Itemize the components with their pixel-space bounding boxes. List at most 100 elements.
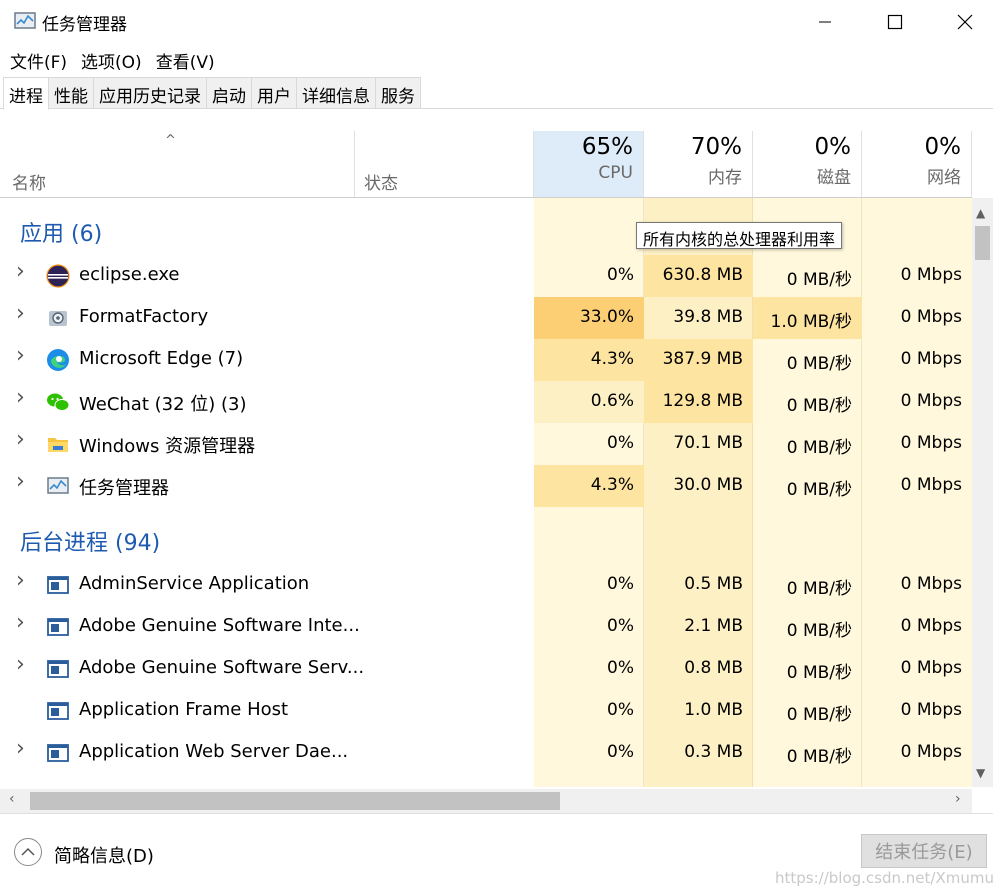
horizontal-scroll-thumb[interactable] — [30, 792, 560, 810]
cpu-value: 0% — [607, 433, 634, 453]
eclipse-icon — [46, 264, 70, 288]
column-name[interactable]: ^ 名称 — [0, 131, 355, 197]
process-row[interactable]: Application Frame Host 0% 1.0 MB 0 MB/秒 0 Mb… — [0, 690, 972, 732]
chevron-right-icon[interactable]: › — [16, 469, 25, 494]
scroll-up-icon[interactable]: ▲ — [976, 206, 985, 220]
process-row[interactable]: › Microsoft Edge (7) 4.3% 387.9 MB 0 MB/秒 0 M… — [0, 339, 972, 381]
scroll-down-icon[interactable]: ▼ — [976, 766, 985, 780]
scroll-left-icon[interactable]: ‹ — [9, 791, 15, 807]
cpu-value: 4.3% — [534, 465, 644, 507]
tab-app-history[interactable]: 应用历史记录 — [94, 77, 207, 109]
column-network[interactable]: 0% 网络 — [862, 131, 972, 197]
scroll-right-icon[interactable]: › — [955, 791, 961, 807]
chevron-right-icon[interactable]: › — [16, 427, 25, 452]
chevron-right-icon[interactable]: › — [16, 385, 25, 410]
cpu-value: 0% — [607, 265, 634, 285]
cpu-value: 4.3% — [534, 339, 644, 381]
column-memory-label: 内存 — [708, 168, 742, 188]
menu-file[interactable]: 文件(F) — [0, 44, 73, 74]
tab-startup[interactable]: 启动 — [207, 77, 252, 109]
column-cpu-label: CPU — [598, 163, 633, 183]
group-background-heading[interactable]: 后台进程 (94) — [20, 525, 160, 557]
memory-value: 2.1 MB — [684, 616, 743, 636]
chevron-right-icon[interactable]: › — [16, 259, 25, 284]
fewer-details-button[interactable]: 简略信息(D) — [54, 842, 154, 868]
file-explorer-icon — [46, 432, 70, 456]
column-name-label: 名称 — [12, 174, 46, 194]
fewer-details-toggle[interactable] — [14, 838, 42, 866]
chevron-right-icon[interactable]: › — [16, 568, 25, 593]
network-total: 0% — [924, 134, 962, 160]
memory-value: 70.1 MB — [673, 433, 743, 453]
horizontal-scrollbar[interactable]: ‹ › — [0, 789, 972, 813]
memory-value: 0.8 MB — [684, 658, 743, 678]
memory-value: 387.9 MB — [644, 339, 753, 381]
chevron-right-icon[interactable]: › — [16, 343, 25, 368]
task-manager-icon — [46, 474, 70, 498]
app-window-icon — [46, 573, 70, 597]
column-disk-label: 磁盘 — [817, 168, 851, 188]
memory-value: 0.5 MB — [684, 574, 743, 594]
maximize-button[interactable] — [860, 0, 930, 44]
tab-services[interactable]: 服务 — [376, 77, 421, 109]
cpu-value: 0% — [607, 658, 634, 678]
vertical-scroll-thumb[interactable] — [975, 226, 990, 260]
format-factory-icon — [46, 306, 70, 330]
maximize-icon — [887, 14, 903, 30]
memory-value: 630.8 MB — [644, 255, 753, 297]
network-value: 0 Mbps — [900, 574, 962, 594]
menu-view[interactable]: 查看(V) — [148, 44, 221, 74]
cpu-value: 0% — [607, 742, 634, 762]
task-manager-icon — [14, 12, 36, 29]
process-row[interactable]: › 任务管理器 4.3% 30.0 MB 0 MB/秒 0 Mbps — [0, 465, 972, 507]
network-value: 0 Mbps — [900, 475, 962, 495]
group-apps-heading[interactable]: 应用 (6) — [20, 216, 102, 248]
chevron-right-icon[interactable]: › — [16, 736, 25, 761]
disk-value: 0 MB/秒 — [786, 747, 852, 767]
close-button[interactable] — [930, 0, 993, 44]
end-task-button[interactable]: 结束任务(E) — [861, 834, 987, 868]
cpu-value: 0.6% — [534, 381, 644, 423]
minimize-button[interactable] — [790, 0, 860, 44]
tab-processes[interactable]: 进程 — [3, 77, 49, 110]
process-name: Adobe Genuine Software Serv... — [79, 657, 365, 678]
menu-options[interactable]: 选项(O) — [73, 44, 148, 74]
process-row[interactable]: › eclipse.exe 0% 630.8 MB 0 MB/秒 0 Mbps — [0, 255, 972, 297]
column-memory[interactable]: 70% 内存 — [644, 131, 753, 197]
tab-details[interactable]: 详细信息 — [297, 77, 376, 109]
disk-value: 0 MB/秒 — [786, 663, 852, 683]
process-row[interactable]: › WeChat (32 位) (3) 0.6% 129.8 MB 0 MB/秒 0 Mb… — [0, 381, 972, 423]
process-name: FormatFactory — [79, 306, 209, 327]
process-row[interactable]: › Adobe Genuine Software Inte... 0% 2.1 MB 0… — [0, 606, 972, 648]
process-name: Adobe Genuine Software Inte... — [79, 615, 360, 636]
memory-value: 1.0 MB — [684, 700, 743, 720]
tab-performance[interactable]: 性能 — [49, 77, 94, 109]
tab-users[interactable]: 用户 — [252, 77, 297, 109]
disk-value: 0 MB/秒 — [786, 354, 852, 374]
memory-value: 39.8 MB — [673, 307, 743, 327]
process-row[interactable]: › Windows 资源管理器 0% 70.1 MB 0 MB/秒 0 Mbps — [0, 423, 972, 465]
process-row[interactable]: › Application Web Server Dae... 0% 0.3 MB 0 … — [0, 732, 972, 774]
process-name: 任务管理器 — [79, 478, 169, 499]
tab-bar: 进程 性能 应用历史记录 启动 用户 详细信息 服务 — [0, 74, 993, 110]
chevron-right-icon[interactable]: › — [16, 301, 25, 326]
memory-value: 0.3 MB — [684, 742, 743, 762]
wechat-icon — [46, 390, 70, 414]
column-disk[interactable]: 0% 磁盘 — [753, 131, 862, 197]
title-bar: 任务管理器 — [0, 0, 993, 44]
disk-value: 0 MB/秒 — [786, 705, 852, 725]
column-status[interactable]: 状态 — [355, 131, 534, 197]
memory-total: 70% — [690, 134, 742, 160]
network-value: 0 Mbps — [900, 349, 962, 369]
column-network-label: 网络 — [927, 168, 961, 188]
process-row[interactable]: › AdminService Application 0% 0.5 MB 0 MB/秒 0… — [0, 564, 972, 606]
cpu-tooltip: 所有内核的总处理器利用率 — [636, 222, 843, 249]
menu-bar: 文件(F) 选项(O) 查看(V) — [0, 44, 221, 74]
column-cpu[interactable]: 65% CPU — [534, 131, 644, 197]
chevron-right-icon[interactable]: › — [16, 610, 25, 635]
vertical-scrollbar[interactable]: ▲ ▼ — [972, 198, 993, 787]
process-row[interactable]: › FormatFactory 33.0% 39.8 MB 1.0 MB/秒 0 Mbps — [0, 297, 972, 339]
chevron-right-icon[interactable]: › — [16, 652, 25, 677]
process-row[interactable]: › Adobe Genuine Software Serv... 0% 0.8 MB 0… — [0, 648, 972, 690]
network-value: 0 Mbps — [900, 616, 962, 636]
